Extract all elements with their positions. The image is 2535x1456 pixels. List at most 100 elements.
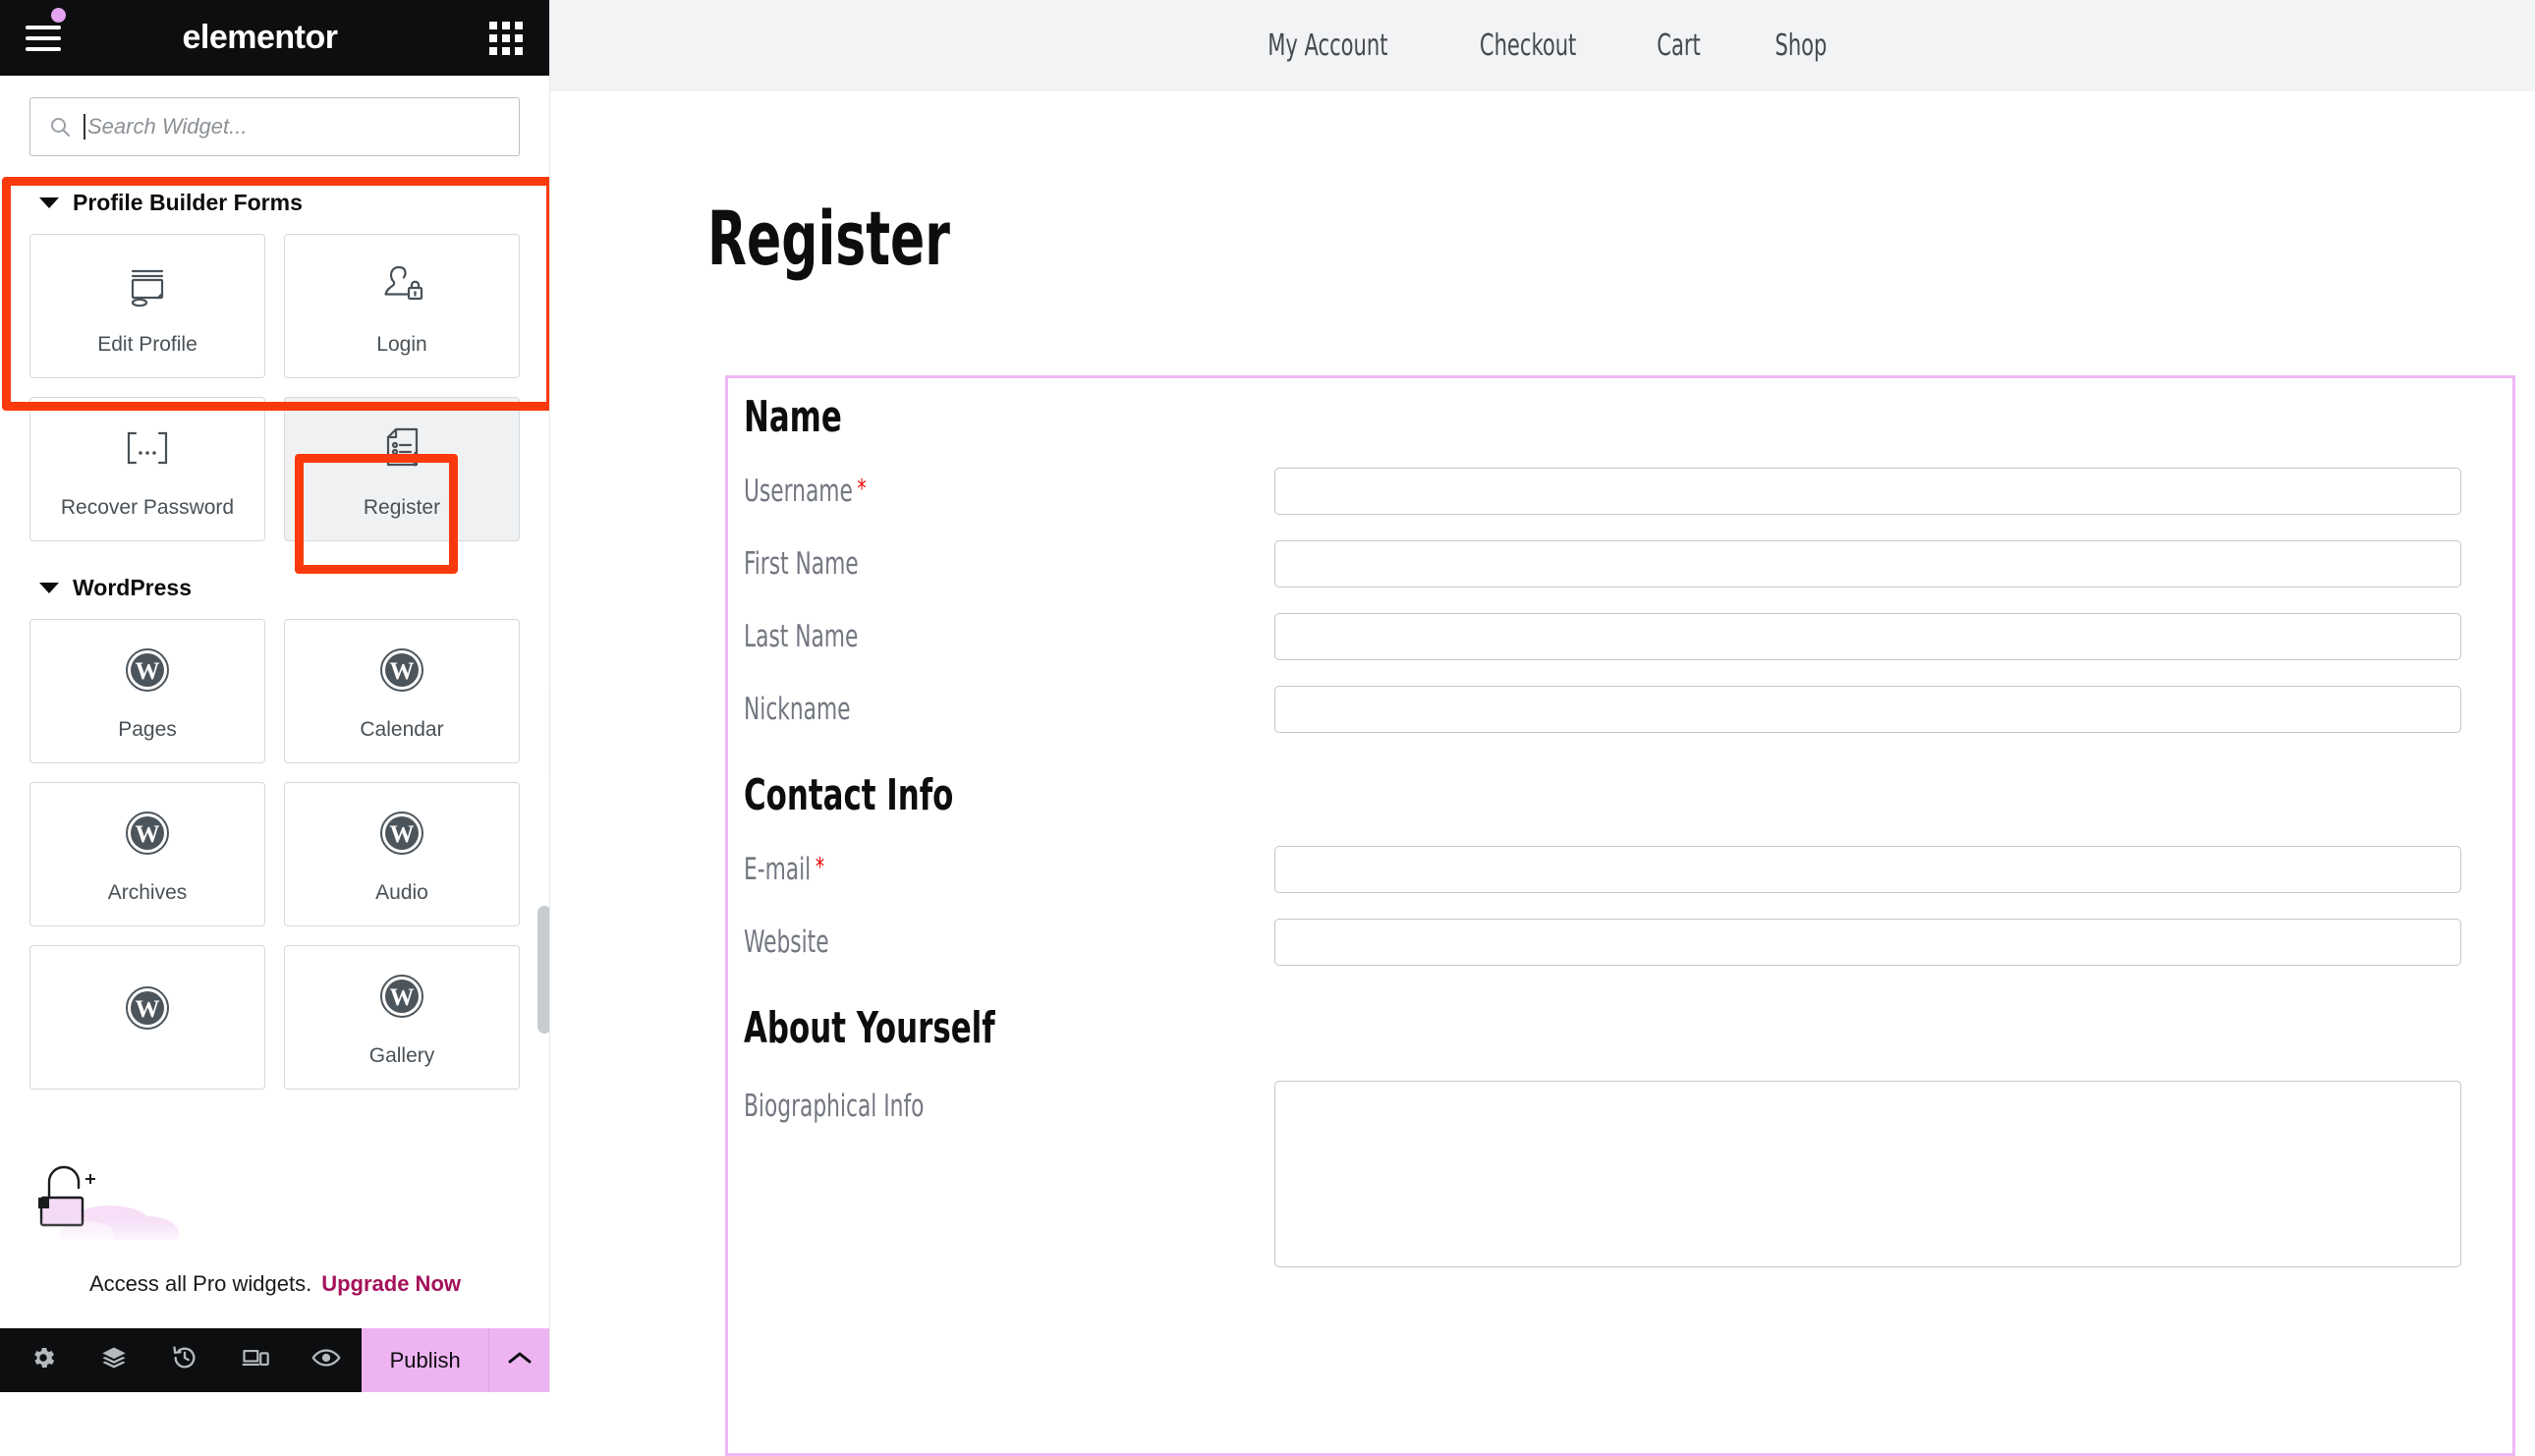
widget-tile-recover-password[interactable]: Recover Password (29, 397, 265, 541)
field-label-first-name: First Name (744, 546, 859, 582)
elementor-editor-screen: elementor Search Widget... Profile Build… (0, 0, 2535, 1456)
nav-link-shop[interactable]: Shop (1775, 28, 1828, 63)
register-form-widget[interactable]: Name Username * First Name Last Name Nick… (725, 375, 2515, 1456)
responsive-mode-button[interactable] (220, 1328, 291, 1392)
site-navigation: My Account Checkout Cart Shop (550, 0, 2535, 91)
contact-fields: E-mail * Website (728, 820, 2512, 966)
widget-label: Pages (118, 717, 177, 741)
field-label-last-name: Last Name (744, 619, 859, 654)
search-placeholder: Search Widget... (87, 114, 248, 139)
widget-tile-edit-profile[interactable]: Edit Profile (29, 234, 265, 378)
category-header-wordpress[interactable]: WordPress (29, 559, 520, 611)
svg-text:W: W (136, 996, 160, 1023)
wordpress-icon: W (124, 805, 171, 862)
nav-link-cart[interactable]: Cart (1657, 28, 1701, 63)
history-revisions-button[interactable] (149, 1328, 220, 1392)
category-title: WordPress (73, 575, 193, 600)
page-title: Register (707, 195, 950, 282)
widget-tile-calendar[interactable]: W Calendar (284, 619, 520, 763)
search-input[interactable]: Search Widget... (29, 97, 520, 156)
hamburger-menu-button[interactable] (0, 0, 86, 76)
pro-upsell-text: Access all Pro widgets. (89, 1271, 312, 1296)
required-asterisk: * (857, 475, 867, 504)
bracket-ellipsis-icon (119, 420, 176, 476)
svg-text:W: W (390, 984, 415, 1011)
name-fields: Username * First Name Last Name Nickname (728, 442, 2512, 733)
publish-options-button[interactable] (489, 1328, 549, 1392)
widget-label: Edit Profile (97, 332, 197, 356)
wordpress-icon: W (378, 968, 425, 1025)
responsive-mode-icon (241, 1344, 270, 1376)
category-profile-builder-forms: Profile Builder Forms Edit Profile Login… (0, 174, 549, 541)
upgrade-now-link[interactable]: Upgrade Now (321, 1271, 461, 1297)
panel-header: elementor (0, 0, 549, 76)
category-title: Profile Builder Forms (73, 190, 303, 215)
navigator-layers-button[interactable] (79, 1328, 149, 1392)
widget-tile-archives[interactable]: W Archives (29, 782, 265, 926)
website-input[interactable] (1274, 919, 2461, 966)
panel-scrollbar[interactable] (537, 906, 549, 1034)
biographical-info-textarea[interactable] (1274, 1081, 2461, 1267)
first-name-input[interactable] (1274, 540, 2461, 588)
email-input[interactable] (1274, 846, 2461, 893)
widgets-grid-button[interactable] (463, 0, 549, 76)
search-icon (48, 115, 72, 139)
field-row-email: E-mail * (744, 846, 2461, 893)
wordpress-icon: W (378, 642, 425, 699)
navigator-layers-icon (99, 1344, 129, 1376)
widgets-grid-icon (489, 21, 523, 55)
widget-label: Calendar (360, 717, 444, 741)
widget-tile-pages[interactable]: W Pages (29, 619, 265, 763)
panel-footer-toolbar: Publish (0, 1328, 549, 1392)
nav-link-checkout[interactable]: Checkout (1480, 28, 1576, 63)
svg-text:W: W (136, 821, 160, 848)
widget-grid-profile-builder: Edit Profile Login Recover Password Regi… (29, 226, 520, 541)
search-row: Search Widget... (0, 76, 549, 174)
chevron-down-icon (39, 197, 59, 208)
field-row-username: Username * (744, 468, 2461, 515)
hamburger-menu-icon (26, 25, 61, 51)
field-row-first-name: First Name (744, 540, 2461, 588)
widget-tile-login[interactable]: Login (284, 234, 520, 378)
wordpress-icon: W (124, 642, 171, 699)
category-header-profile-builder-forms[interactable]: Profile Builder Forms (29, 174, 520, 226)
wordpress-icon: W (378, 805, 425, 862)
svg-text:W: W (390, 658, 415, 685)
field-label-website: Website (744, 924, 829, 960)
footer-icon-group (0, 1328, 362, 1392)
field-row-biographical-info: Biographical Info (744, 1081, 2461, 1267)
page-canvas: My Account Checkout Cart Shop Register N… (550, 0, 2535, 1456)
elementor-logo-text: elementor (182, 19, 339, 56)
username-input[interactable] (1274, 468, 2461, 515)
section-heading: About Yourself (744, 1003, 995, 1053)
monitor-edit-icon (122, 256, 173, 313)
preview-eye-button[interactable] (291, 1328, 362, 1392)
widget-label: Gallery (368, 1043, 435, 1067)
preview-eye-icon (311, 1344, 341, 1376)
widget-label: Recover Password (60, 495, 235, 519)
category-wordpress: WordPress W Pages W Calendar W Archives … (0, 559, 549, 1090)
unlock-padlock-clouds-illustration (29, 1137, 206, 1250)
last-name-input[interactable] (1274, 613, 2461, 660)
nav-link-my-account[interactable]: My Account (1268, 28, 1387, 63)
field-row-nickname: Nickname (744, 686, 2461, 733)
user-lock-icon (376, 256, 427, 313)
svg-text:W: W (136, 658, 160, 685)
required-asterisk: * (815, 853, 825, 882)
history-revisions-icon (171, 1344, 198, 1376)
widget-grid-wordpress: W Pages W Calendar W Archives W Audio W … (29, 611, 520, 1090)
text-caret (84, 114, 85, 140)
pro-upsell-banner: Access all Pro widgets. Upgrade Now (0, 1240, 549, 1328)
section-about-yourself: About Yourself (728, 974, 2512, 1053)
chevron-up-icon (506, 1349, 534, 1372)
publish-button[interactable]: Publish (362, 1328, 490, 1392)
widget-tile-audio[interactable]: W Audio (284, 782, 520, 926)
widget-label: Register (363, 495, 441, 519)
field-label-nickname: Nickname (744, 692, 851, 727)
widget-tile-register[interactable]: Register (284, 397, 520, 541)
settings-gear-button[interactable] (8, 1328, 79, 1392)
widget-tile-gallery[interactable]: W Gallery (284, 945, 520, 1090)
wordpress-icon: W (124, 980, 171, 1036)
widget-tile-wordpress-partial[interactable]: W (29, 945, 265, 1090)
nickname-input[interactable] (1274, 686, 2461, 733)
